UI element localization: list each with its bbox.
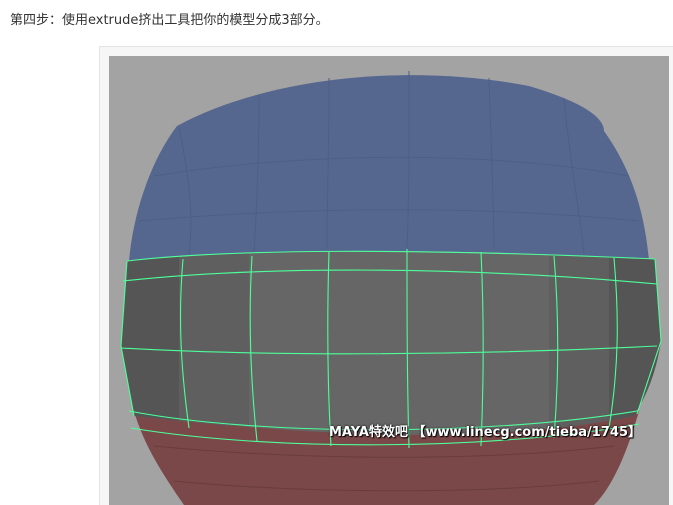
article-caption: 第四步：使用extrude挤出工具把你的模型分成3部分。 [10,13,329,28]
watermark-text: MAYA特效吧 【www.linecg.com/tieba/1745】 [328,425,641,440]
